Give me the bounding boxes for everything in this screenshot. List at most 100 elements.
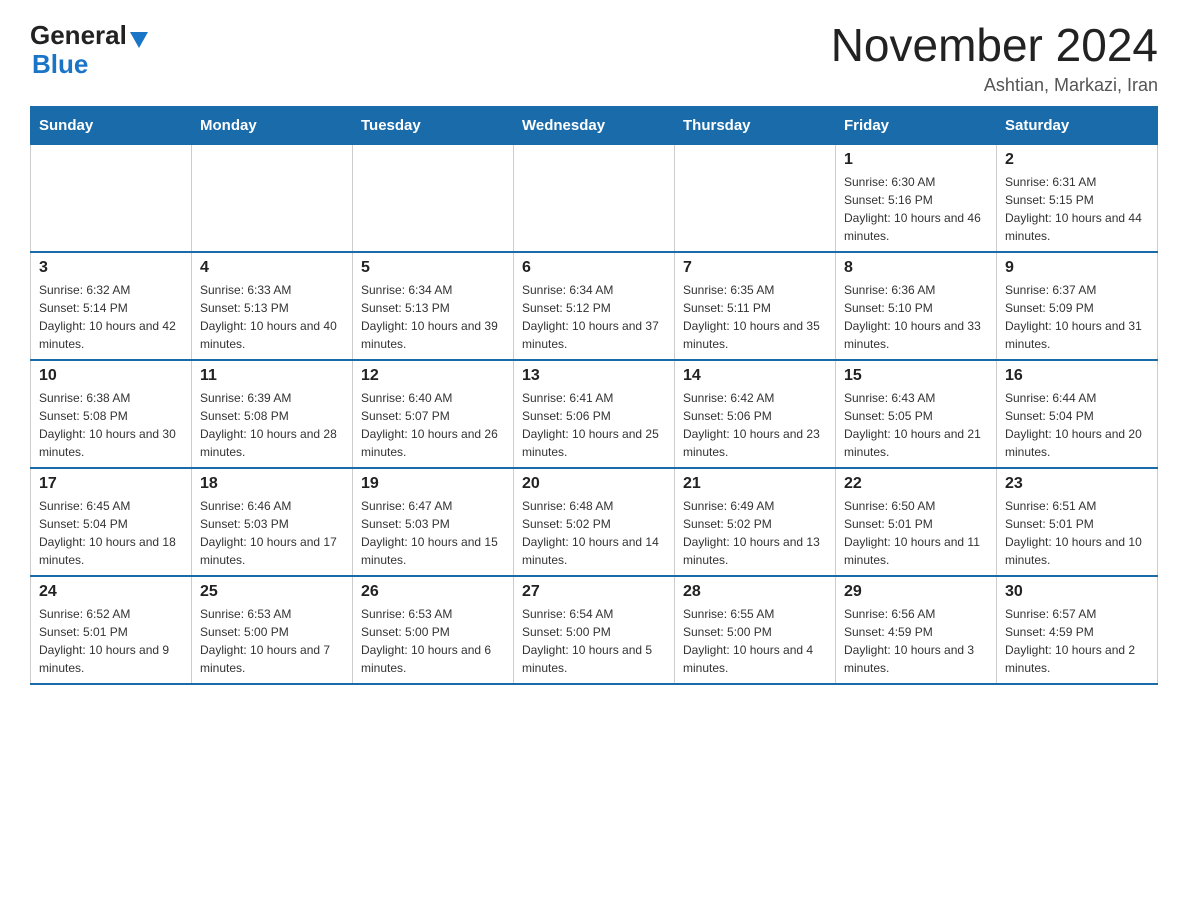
day-info: Sunrise: 6:51 AMSunset: 5:01 PMDaylight:… bbox=[1005, 497, 1149, 569]
calendar-cell: 10 Sunrise: 6:38 AMSunset: 5:08 PMDayligh… bbox=[31, 360, 192, 468]
calendar-cell: 15 Sunrise: 6:43 AMSunset: 5:05 PMDayligh… bbox=[836, 360, 997, 468]
calendar-cell: 25Sunrise: 6:53 AMSunset: 5:00 PMDayligh… bbox=[192, 576, 353, 684]
calendar-cell: 8 Sunrise: 6:36 AMSunset: 5:10 PMDaylight… bbox=[836, 252, 997, 360]
calendar-cell: 7 Sunrise: 6:35 AMSunset: 5:11 PMDaylight… bbox=[675, 252, 836, 360]
weekday-header-wednesday: Wednesday bbox=[514, 106, 675, 144]
calendar-cell: 5Sunrise: 6:34 AMSunset: 5:13 PMDaylight… bbox=[353, 252, 514, 360]
day-number: 29 bbox=[844, 583, 988, 601]
day-info: Sunrise: 6:49 AMSunset: 5:02 PMDaylight:… bbox=[683, 497, 827, 569]
day-number: 8 bbox=[844, 259, 988, 277]
calendar-cell: 19 Sunrise: 6:47 AMSunset: 5:03 PMDayligh… bbox=[353, 468, 514, 576]
day-info: Sunrise: 6:55 AMSunset: 5:00 PMDaylight:… bbox=[683, 605, 827, 677]
day-info: Sunrise: 6:48 AMSunset: 5:02 PMDaylight:… bbox=[522, 497, 666, 569]
day-number: 3 bbox=[39, 259, 183, 277]
day-number: 13 bbox=[522, 367, 666, 385]
calendar-cell: 14 Sunrise: 6:42 AMSunset: 5:06 PMDayligh… bbox=[675, 360, 836, 468]
calendar-week-2: 3 Sunrise: 6:32 AMSunset: 5:14 PMDaylight… bbox=[31, 252, 1158, 360]
calendar-cell bbox=[353, 144, 514, 252]
logo: General Blue bbox=[30, 20, 148, 77]
day-info: Sunrise: 6:33 AMSunset: 5:13 PMDaylight:… bbox=[200, 281, 344, 353]
day-info: Sunrise: 6:34 AMSunset: 5:13 PMDaylight:… bbox=[361, 281, 505, 353]
day-info: Sunrise: 6:43 AMSunset: 5:05 PMDaylight:… bbox=[844, 389, 988, 461]
day-number: 10 bbox=[39, 367, 183, 385]
day-info: Sunrise: 6:34 AMSunset: 5:12 PMDaylight:… bbox=[522, 281, 666, 353]
calendar-cell: 2Sunrise: 6:31 AMSunset: 5:15 PMDaylight… bbox=[997, 144, 1158, 252]
calendar-week-5: 24Sunrise: 6:52 AMSunset: 5:01 PMDayligh… bbox=[31, 576, 1158, 684]
calendar-cell bbox=[31, 144, 192, 252]
day-info: Sunrise: 6:44 AMSunset: 5:04 PMDaylight:… bbox=[1005, 389, 1149, 461]
calendar-cell: 22Sunrise: 6:50 AMSunset: 5:01 PMDayligh… bbox=[836, 468, 997, 576]
day-number: 12 bbox=[361, 367, 505, 385]
day-info: Sunrise: 6:57 AMSunset: 4:59 PMDaylight:… bbox=[1005, 605, 1149, 677]
day-number: 20 bbox=[522, 475, 666, 493]
day-number: 21 bbox=[683, 475, 827, 493]
calendar-cell: 28 Sunrise: 6:55 AMSunset: 5:00 PMDayligh… bbox=[675, 576, 836, 684]
calendar-cell: 9 Sunrise: 6:37 AMSunset: 5:09 PMDaylight… bbox=[997, 252, 1158, 360]
calendar-cell bbox=[675, 144, 836, 252]
weekday-header-friday: Friday bbox=[836, 106, 997, 144]
calendar-cell: 12 Sunrise: 6:40 AMSunset: 5:07 PMDayligh… bbox=[353, 360, 514, 468]
month-title: November 2024 bbox=[831, 20, 1158, 71]
day-info: Sunrise: 6:42 AMSunset: 5:06 PMDaylight:… bbox=[683, 389, 827, 461]
calendar-cell: 29Sunrise: 6:56 AMSunset: 4:59 PMDayligh… bbox=[836, 576, 997, 684]
day-number: 15 bbox=[844, 367, 988, 385]
calendar-week-3: 10 Sunrise: 6:38 AMSunset: 5:08 PMDayligh… bbox=[31, 360, 1158, 468]
calendar-cell bbox=[514, 144, 675, 252]
calendar-cell: 27 Sunrise: 6:54 AMSunset: 5:00 PMDayligh… bbox=[514, 576, 675, 684]
day-number: 27 bbox=[522, 583, 666, 601]
calendar-table: SundayMondayTuesdayWednesdayThursdayFrid… bbox=[30, 106, 1158, 685]
calendar-cell: 17Sunrise: 6:45 AMSunset: 5:04 PMDayligh… bbox=[31, 468, 192, 576]
calendar-week-4: 17Sunrise: 6:45 AMSunset: 5:04 PMDayligh… bbox=[31, 468, 1158, 576]
day-info: Sunrise: 6:40 AMSunset: 5:07 PMDaylight:… bbox=[361, 389, 505, 461]
weekday-header-sunday: Sunday bbox=[31, 106, 192, 144]
calendar-week-1: 1Sunrise: 6:30 AMSunset: 5:16 PMDaylight… bbox=[31, 144, 1158, 252]
day-number: 28 bbox=[683, 583, 827, 601]
weekday-header-thursday: Thursday bbox=[675, 106, 836, 144]
calendar-cell: 16Sunrise: 6:44 AMSunset: 5:04 PMDayligh… bbox=[997, 360, 1158, 468]
day-number: 25 bbox=[200, 583, 344, 601]
day-info: Sunrise: 6:35 AMSunset: 5:11 PMDaylight:… bbox=[683, 281, 827, 353]
calendar-cell: 23Sunrise: 6:51 AMSunset: 5:01 PMDayligh… bbox=[997, 468, 1158, 576]
day-number: 9 bbox=[1005, 259, 1149, 277]
day-info: Sunrise: 6:53 AMSunset: 5:00 PMDaylight:… bbox=[361, 605, 505, 677]
day-number: 24 bbox=[39, 583, 183, 601]
title-block: November 2024 Ashtian, Markazi, Iran bbox=[831, 20, 1158, 96]
calendar-cell: 26Sunrise: 6:53 AMSunset: 5:00 PMDayligh… bbox=[353, 576, 514, 684]
location-subtitle: Ashtian, Markazi, Iran bbox=[831, 75, 1158, 96]
page-header: General Blue November 2024 Ashtian, Mark… bbox=[30, 20, 1158, 96]
day-number: 17 bbox=[39, 475, 183, 493]
day-number: 6 bbox=[522, 259, 666, 277]
calendar-cell: 21 Sunrise: 6:49 AMSunset: 5:02 PMDayligh… bbox=[675, 468, 836, 576]
calendar-cell: 3 Sunrise: 6:32 AMSunset: 5:14 PMDaylight… bbox=[31, 252, 192, 360]
day-info: Sunrise: 6:54 AMSunset: 5:00 PMDaylight:… bbox=[522, 605, 666, 677]
day-info: Sunrise: 6:32 AMSunset: 5:14 PMDaylight:… bbox=[39, 281, 183, 353]
day-info: Sunrise: 6:36 AMSunset: 5:10 PMDaylight:… bbox=[844, 281, 988, 353]
day-number: 7 bbox=[683, 259, 827, 277]
day-number: 30 bbox=[1005, 583, 1149, 601]
day-info: Sunrise: 6:47 AMSunset: 5:03 PMDaylight:… bbox=[361, 497, 505, 569]
calendar-cell: 11Sunrise: 6:39 AMSunset: 5:08 PMDayligh… bbox=[192, 360, 353, 468]
day-number: 4 bbox=[200, 259, 344, 277]
day-info: Sunrise: 6:38 AMSunset: 5:08 PMDaylight:… bbox=[39, 389, 183, 461]
day-info: Sunrise: 6:41 AMSunset: 5:06 PMDaylight:… bbox=[522, 389, 666, 461]
calendar-cell: 4 Sunrise: 6:33 AMSunset: 5:13 PMDaylight… bbox=[192, 252, 353, 360]
calendar-cell: 20 Sunrise: 6:48 AMSunset: 5:02 PMDayligh… bbox=[514, 468, 675, 576]
calendar-cell bbox=[192, 144, 353, 252]
day-number: 19 bbox=[361, 475, 505, 493]
day-info: Sunrise: 6:37 AMSunset: 5:09 PMDaylight:… bbox=[1005, 281, 1149, 353]
calendar-cell: 18Sunrise: 6:46 AMSunset: 5:03 PMDayligh… bbox=[192, 468, 353, 576]
logo-blue: Blue bbox=[32, 51, 88, 77]
day-number: 22 bbox=[844, 475, 988, 493]
calendar-cell: 30 Sunrise: 6:57 AMSunset: 4:59 PMDayligh… bbox=[997, 576, 1158, 684]
day-number: 14 bbox=[683, 367, 827, 385]
weekday-header-row: SundayMondayTuesdayWednesdayThursdayFrid… bbox=[31, 106, 1158, 144]
calendar-cell: 13 Sunrise: 6:41 AMSunset: 5:06 PMDayligh… bbox=[514, 360, 675, 468]
calendar-cell: 24Sunrise: 6:52 AMSunset: 5:01 PMDayligh… bbox=[31, 576, 192, 684]
day-number: 18 bbox=[200, 475, 344, 493]
weekday-header-tuesday: Tuesday bbox=[353, 106, 514, 144]
logo-triangle-icon bbox=[130, 32, 148, 48]
day-number: 11 bbox=[200, 367, 344, 385]
day-number: 1 bbox=[844, 151, 988, 169]
weekday-header-monday: Monday bbox=[192, 106, 353, 144]
day-info: Sunrise: 6:31 AMSunset: 5:15 PMDaylight:… bbox=[1005, 173, 1149, 245]
